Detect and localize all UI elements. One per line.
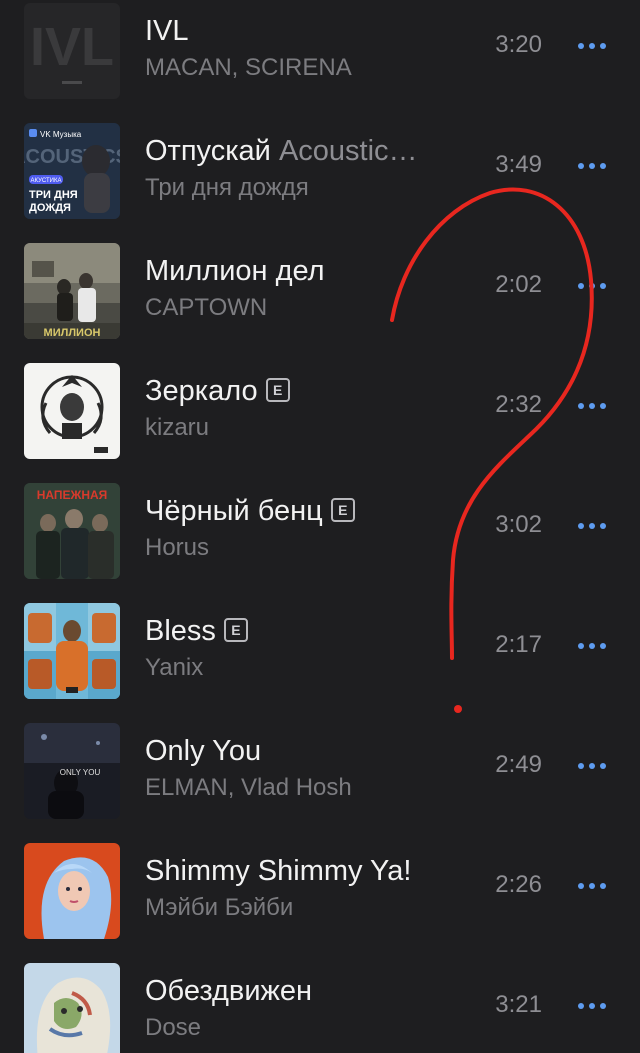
track-artist: ELMAN, Vlad Hosh (145, 774, 352, 801)
track-row[interactable]: МИЛЛИОН Миллион дел CAPTOWN 2:02 (0, 225, 640, 345)
track-title-line: Чёрный бенц E (145, 493, 460, 529)
track-title: Обездвижен (145, 975, 313, 1007)
street-photo-cover-art[interactable]: МИЛЛИОН (24, 243, 120, 339)
track-row[interactable]: Обездвижен Dose 3:21 (0, 945, 640, 1053)
painting-cover-art[interactable] (24, 963, 120, 1053)
track-title: Миллион дел (145, 255, 325, 287)
track-list: IVL IVL MACAN, SCIRENA 3:20 ACOUSTICS VK (0, 0, 640, 1053)
track-title: Отпускай (145, 135, 271, 167)
track-artist: Три дня дождя (145, 174, 309, 201)
track-title-line: Shimmy Shimmy Ya! (145, 853, 460, 889)
track-artist: kizaru (145, 414, 210, 441)
blue-hair-cover-art[interactable] (24, 843, 120, 939)
track-title-line: Зеркало E (145, 373, 460, 409)
svg-text:ТРИ ДНЯ: ТРИ ДНЯ (29, 189, 78, 201)
track-title: Bless (145, 615, 216, 647)
explicit-icon: E (330, 498, 355, 522)
track-duration: 2:32 (495, 391, 542, 418)
cover-text: НАПЕЖНАЯ (37, 488, 108, 502)
svg-text:МИЛЛИОН: МИЛЛИОН (44, 327, 101, 339)
more-dots-icon[interactable] (572, 33, 612, 57)
crest-cover-art[interactable] (24, 363, 120, 459)
acoustic-cover-art[interactable]: ACOUSTICS VK Музыка АКУСТИКА ТРИ ДНЯ ДОЖ… (24, 123, 120, 219)
more-dots-icon[interactable] (572, 273, 612, 297)
track-title: Only You (145, 735, 262, 767)
svg-text:ДОЖДЯ: ДОЖДЯ (29, 202, 71, 214)
track-title: Зеркало (145, 375, 258, 407)
more-dots-icon[interactable] (572, 513, 612, 537)
more-dots-icon[interactable] (572, 993, 612, 1017)
track-row[interactable]: Shimmy Shimmy Ya! Мэйби Бэйби 2:26 (0, 825, 640, 945)
music-playlist-screen: IVL IVL MACAN, SCIRENA 3:20 ACOUSTICS VK (0, 0, 640, 1053)
more-dots-icon[interactable] (572, 873, 612, 897)
track-title-line: Обездвижен (145, 973, 460, 1009)
track-title-line: Bless E (145, 613, 460, 649)
track-title: IVL (145, 15, 189, 47)
cover-badge: VK Музыка (40, 130, 82, 139)
more-dots-icon[interactable] (572, 633, 612, 657)
track-duration: 2:26 (495, 871, 542, 898)
track-duration: 3:20 (495, 31, 542, 58)
track-artist: Horus (145, 534, 210, 561)
track-duration: 2:02 (495, 271, 542, 298)
track-duration: 3:02 (495, 511, 542, 538)
track-artist: CAPTOWN (145, 294, 268, 321)
ivl-cover-art[interactable]: IVL (24, 3, 120, 99)
track-title-line: Only You (145, 733, 460, 769)
cover-text: IVL (30, 17, 114, 77)
track-artist: Мэйби Бэйби (145, 894, 294, 921)
track-row[interactable]: ACOUSTICS VK Музыка АКУСТИКА ТРИ ДНЯ ДОЖ… (0, 105, 640, 225)
explicit-icon: E (223, 618, 248, 642)
more-dots-icon[interactable] (572, 153, 612, 177)
cover-text: ONLY YOU (60, 768, 101, 777)
track-artist: MACAN, SCIRENA (145, 54, 352, 81)
track-row[interactable]: ONLY YOU Only You ELMAN, Vlad Hosh 2:49 (0, 705, 640, 825)
track-title: Shimmy Shimmy Ya! (145, 855, 412, 887)
track-duration: 2:17 (495, 631, 542, 658)
track-row[interactable]: Bless E Yanix 2:17 (0, 585, 640, 705)
explicit-icon: E (265, 378, 290, 402)
more-dots-icon[interactable] (572, 753, 612, 777)
track-duration: 3:21 (495, 991, 542, 1018)
track-title-line: IVL (145, 13, 460, 49)
track-title-line: Миллион дел (145, 253, 460, 289)
track-subtitle: Acoustic… (278, 135, 418, 167)
track-duration: 2:49 (495, 751, 542, 778)
collage-cover-art[interactable] (24, 603, 120, 699)
track-artist: Dose (145, 1014, 202, 1041)
track-title-line: Отпускай Acoustic… (145, 133, 460, 169)
track-row[interactable]: НАПЕЖНАЯ Чёрный бенц E Horus 3:02 (0, 465, 640, 585)
night-portrait-cover-art[interactable]: ONLY YOU (24, 723, 120, 819)
track-title: Чёрный бенц (145, 495, 323, 527)
more-dots-icon[interactable] (572, 393, 612, 417)
track-artist: Yanix (145, 654, 204, 681)
track-row[interactable]: IVL IVL MACAN, SCIRENA 3:20 (0, 0, 640, 105)
track-row[interactable]: Зеркало E kizaru 2:32 (0, 345, 640, 465)
group-photo-cover-art[interactable]: НАПЕЖНАЯ (24, 483, 120, 579)
cover-tag: АКУСТИКА (31, 178, 62, 184)
track-duration: 3:49 (495, 151, 542, 178)
